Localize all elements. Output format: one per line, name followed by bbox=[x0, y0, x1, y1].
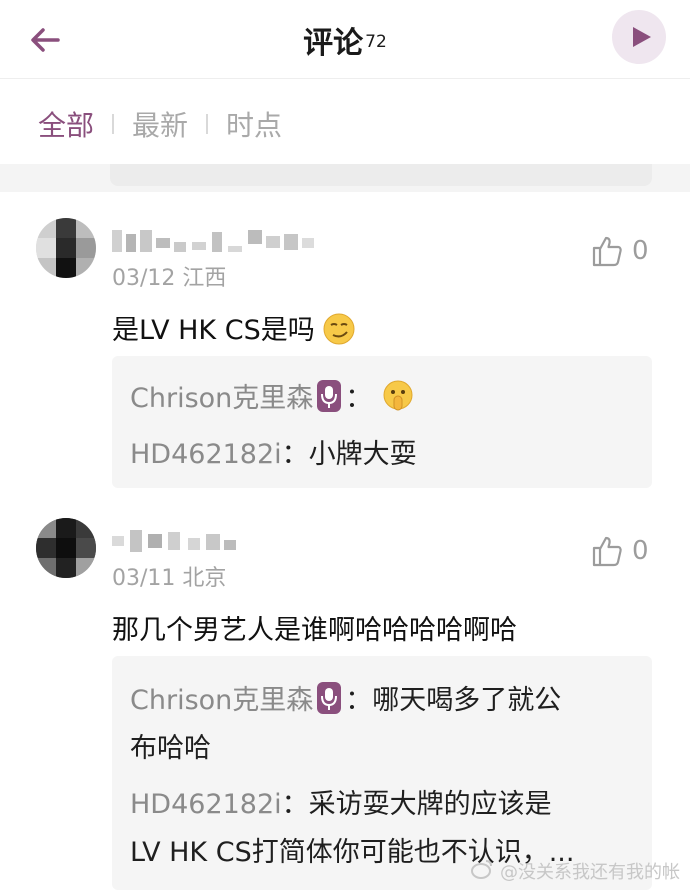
like-count: 0 bbox=[632, 236, 649, 266]
previous-reply-box-edge bbox=[110, 164, 652, 186]
tab-timepoint[interactable]: 时点 bbox=[226, 104, 282, 144]
pixelated-username bbox=[112, 230, 314, 252]
avatar-pixelated-image bbox=[36, 518, 96, 578]
reply-author[interactable]: HD462182i bbox=[130, 789, 282, 820]
divider bbox=[0, 78, 690, 79]
page-title: 评论 bbox=[303, 26, 364, 61]
reply-text: 哪天喝多了就公 bbox=[372, 685, 562, 716]
avatar[interactable] bbox=[36, 518, 96, 578]
avatar-pixelated-image bbox=[36, 218, 96, 278]
comment-count: 72 bbox=[365, 31, 387, 52]
reply-author[interactable]: HD462182i bbox=[130, 439, 282, 470]
previous-comment-edge bbox=[0, 164, 690, 192]
pixelated-username bbox=[112, 530, 236, 552]
reply-line: HD462182i：小牌大耍 bbox=[130, 439, 417, 470]
comment-meta: 03/11 北京 bbox=[112, 566, 227, 591]
like-count: 0 bbox=[632, 536, 649, 566]
comment-meta: 03/12 江西 bbox=[112, 266, 227, 291]
avatar[interactable] bbox=[36, 218, 96, 278]
play-button[interactable] bbox=[612, 10, 666, 64]
thumbs-up-icon bbox=[592, 536, 622, 567]
reply-author[interactable]: Chrison克里森 bbox=[130, 383, 313, 414]
mic-badge-icon bbox=[317, 682, 342, 714]
reply-author[interactable]: Chrison克里森 bbox=[130, 685, 313, 716]
smirk-emoji-icon bbox=[323, 313, 355, 352]
reply-line: HD462182i：采访耍大牌的应该是 bbox=[130, 789, 552, 820]
filter-tabs: 全部 最新 时点 bbox=[38, 104, 282, 144]
tab-separator bbox=[112, 114, 115, 134]
shushing-face-emoji-icon bbox=[381, 379, 415, 420]
reply-text: 小牌大耍 bbox=[308, 439, 417, 470]
tab-latest[interactable]: 最新 bbox=[132, 104, 188, 144]
watermark: @没关系我还有我的帐 bbox=[500, 862, 680, 883]
reply-line: Chrison克里森 ：哪天喝多了就公 bbox=[130, 678, 561, 717]
reply-text: 采访耍大牌的应该是 bbox=[308, 789, 552, 820]
tab-all[interactable]: 全部 bbox=[38, 104, 94, 144]
mic-badge-icon bbox=[317, 380, 342, 412]
comment-text: 是LV HK CS是吗 bbox=[112, 308, 355, 352]
reply-box[interactable]: Chrison克里森 ：哪天喝多了就公 布哈哈 HD462182i：采访耍大牌的… bbox=[112, 656, 652, 890]
weibo-logo-icon bbox=[471, 860, 492, 879]
comment-text: 那几个男艺人是谁啊哈哈哈哈啊哈 bbox=[112, 615, 517, 646]
username-blurred[interactable] bbox=[112, 226, 322, 256]
play-icon bbox=[633, 27, 651, 47]
reply-line-continued: 布哈哈 bbox=[130, 733, 211, 764]
top-bar: 评论 72 bbox=[0, 0, 690, 78]
like-button[interactable]: 0 bbox=[590, 234, 649, 268]
tab-separator bbox=[206, 114, 209, 134]
username-blurred[interactable] bbox=[112, 526, 242, 556]
like-button[interactable]: 0 bbox=[590, 534, 649, 568]
reply-box[interactable]: Chrison克里森 ： HD462182i：小牌大耍 bbox=[112, 356, 652, 488]
reply-line: Chrison克里森 ： bbox=[130, 376, 415, 420]
thumbs-up-icon bbox=[592, 236, 622, 267]
